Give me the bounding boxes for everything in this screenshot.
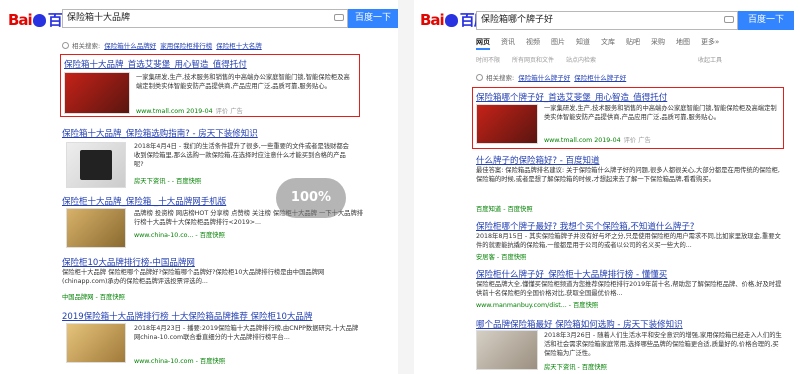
info-icon	[62, 42, 69, 49]
collapse-tools[interactable]: 收起工具	[698, 57, 722, 64]
filter-filetype[interactable]: 所有网页和文件	[512, 57, 554, 64]
result-thumbnail[interactable]	[66, 323, 126, 363]
result-snippet: 保险柜品牌大全,懂懂买保险柜频道为您推荐保险柜排行2019年前十名,帮助您了解保…	[476, 281, 782, 297]
result-url[interactable]: www.tmall.com 2019-04 评价 广告	[544, 135, 651, 144]
result-snippet: 一家集研发,生产,技术服务和销售的中高端办公家庭智能门锁,智能保险柜及高端定制类…	[544, 105, 777, 121]
result-snippet: 2018年4月4日 - 我们的生活条件提升了很多,一些重要的文件或者是钱财都会收…	[134, 143, 349, 168]
tab-tieba[interactable]: 贴吧	[626, 38, 640, 46]
result-url[interactable]: www.manmanbuy.com/dist... - 百度快照	[476, 300, 598, 309]
result-snippet: 一家集研发,生产,技术服务和销售的中高端办公家庭智能门锁,智能保险柜及高端定制类…	[136, 74, 350, 90]
result-item: 什么牌子的保险箱好? - 百度知道	[476, 154, 776, 166]
result-item: 保险柜什么牌子好_保险柜十大品牌排行榜 - 懂懂买	[476, 268, 786, 280]
tab-web[interactable]: 网页	[476, 38, 490, 50]
search-input[interactable]: 保险箱哪个牌子好	[476, 11, 738, 30]
result-item: 2019保险箱十大品牌排行榜 十大保险箱品牌推荐 保险柜10大品牌	[62, 310, 372, 322]
tab-news[interactable]: 资讯	[501, 38, 515, 46]
search-input[interactable]: 保险箱十大品牌	[62, 9, 348, 28]
result-title[interactable]: 保险柜什么牌子好_保险柜十大品牌排行榜 - 懂懂买	[476, 268, 786, 280]
result-title[interactable]: 什么牌子的保险箱好? - 百度知道	[476, 154, 776, 166]
result-thumbnail[interactable]	[476, 330, 538, 370]
result-url[interactable]: 中国品牌网 - 百度快照	[62, 292, 125, 301]
result-url[interactable]: 房天下资讯 - - 百度快照	[134, 176, 201, 185]
result-thumbnail[interactable]	[66, 142, 126, 188]
related-link[interactable]: 保险箱什么品牌好	[104, 42, 156, 50]
result-snippet: 最佳答案: 保险箱品牌排名建议: 关于保险箱什么牌子好的问题,很多人都很关心,大…	[476, 167, 780, 183]
tab-video[interactable]: 视频	[526, 38, 540, 46]
result-title[interactable]: 保险柜10大品牌排行榜-中国品牌网	[62, 256, 362, 268]
search-button[interactable]: 百度一下	[348, 9, 398, 28]
baidu-paw-icon	[444, 14, 458, 27]
tab-more[interactable]: 更多»	[701, 38, 719, 46]
result-snippet: 2018年4月23日 - 播要:2019保险箱十大品牌排行榜,由CNPP数据研究…	[134, 325, 359, 341]
related-searches: 相关搜索: 保险箱什么牌子好 保险柜什么牌子好	[476, 72, 626, 82]
result-item: 保险箱十大品牌_保险箱选购指南? - 房天下装修知识	[62, 127, 362, 139]
result-url[interactable]: www.tmall.com 2019-04 评价 广告	[136, 106, 243, 115]
filter-site[interactable]: 站点内检索	[566, 57, 596, 64]
info-icon	[476, 74, 483, 81]
right-search-panel: Bai 百度 保险箱哪个牌子好 百度一下 网页 资讯 视频 图片 知道 文库 贴吧 采购 地图 更多…	[414, 0, 800, 374]
result-item: 哪个品牌保险箱最好 保险箱如何选购 - 房天下装修知识	[476, 318, 786, 330]
result-url[interactable]: www.china-10.co... - 百度快照	[134, 230, 225, 239]
camera-icon[interactable]	[334, 14, 344, 21]
result-title[interactable]: 哪个品牌保险箱最好 保险箱如何选购 - 房天下装修知识	[476, 318, 786, 330]
result-url[interactable]: www.china-10.com - 百度快照	[134, 356, 225, 365]
result-title[interactable]: 保险柜哪个牌子最好? 我想个买个保险箱,不知道什么牌子?	[476, 220, 786, 232]
result-url[interactable]: 百度知道 - 百度快照	[476, 204, 533, 213]
tab-map[interactable]: 地图	[676, 38, 690, 46]
result-snippet: 2018年3月26日 - 随着人们生活水平和安全意识的增强,家用保险箱已经走入人…	[544, 332, 782, 357]
related-link[interactable]: 保险柜什么牌子好	[574, 74, 626, 82]
camera-icon[interactable]	[724, 16, 734, 23]
result-title[interactable]: 保险箱十大品牌_保险箱选购指南? - 房天下装修知识	[62, 127, 362, 139]
result-title[interactable]: 保险箱哪个牌子好_首选艾斐堡_用心智造_值得托付	[476, 91, 776, 103]
result-title[interactable]: 保险箱十大品牌_首选艾斐堡_用心智造_值得托付	[64, 58, 354, 70]
related-link[interactable]: 保险柜十大名牌	[216, 42, 262, 50]
search-filters: 时间不限 所有网页和文件 站点内检索 收起工具	[476, 55, 734, 64]
panel-divider	[398, 0, 414, 374]
filter-time[interactable]: 时间不限	[476, 57, 500, 64]
result-snippet: 保险柜十大品牌 保险柜哪个品牌好?保险箱哪个品牌好?保险柜10大品牌排行榜是由中…	[62, 269, 325, 285]
baidu-paw-icon	[32, 14, 46, 27]
result-snippet: 2018年8月15日 - 其实保险箱牌子并没有好与坏之分,只是使用保险柜的用户需…	[476, 233, 781, 249]
zoom-indicator: 100%	[276, 178, 346, 218]
tab-images[interactable]: 图片	[551, 38, 565, 46]
result-url[interactable]: 房天下资讯 - 百度快照	[544, 362, 607, 371]
search-button[interactable]: 百度一下	[738, 11, 794, 30]
related-searches: 相关搜索: 保险箱什么品牌好 家用保险柜排行榜 保险柜十大名牌	[62, 40, 262, 50]
result-item: 保险柜10大品牌排行榜-中国品牌网	[62, 256, 362, 268]
search-tabs: 网页 资讯 视频 图片 知道 文库 贴吧 采购 地图 更多»	[476, 37, 730, 50]
result-item: 保险柜哪个牌子最好? 我想个买个保险箱,不知道什么牌子?	[476, 220, 786, 232]
tab-purchase[interactable]: 采购	[651, 38, 665, 46]
related-link[interactable]: 保险箱什么牌子好	[518, 74, 570, 82]
result-thumbnail[interactable]	[66, 208, 126, 248]
left-search-panel: Bai百度 保险箱十大品牌 百度一下 相关搜索:保险箱什么品牌好家用保险柜排行榜…	[0, 0, 398, 374]
result-title[interactable]: 2019保险箱十大品牌排行榜 十大保险箱品牌推荐 保险柜10大品牌	[62, 310, 372, 322]
result-thumbnail[interactable]	[476, 104, 538, 144]
tab-zhidao[interactable]: 知道	[576, 38, 590, 46]
tab-wenku[interactable]: 文库	[601, 38, 615, 46]
result-url[interactable]: 安居客 - 百度快照	[476, 252, 526, 261]
result-ad: 保险箱十大品牌_首选艾斐堡_用心智造_值得托付	[64, 58, 354, 70]
related-link[interactable]: 家用保险柜排行榜	[160, 42, 212, 50]
result-ad: 保险箱哪个牌子好_首选艾斐堡_用心智造_值得托付	[476, 91, 776, 103]
result-thumbnail[interactable]	[64, 72, 130, 114]
